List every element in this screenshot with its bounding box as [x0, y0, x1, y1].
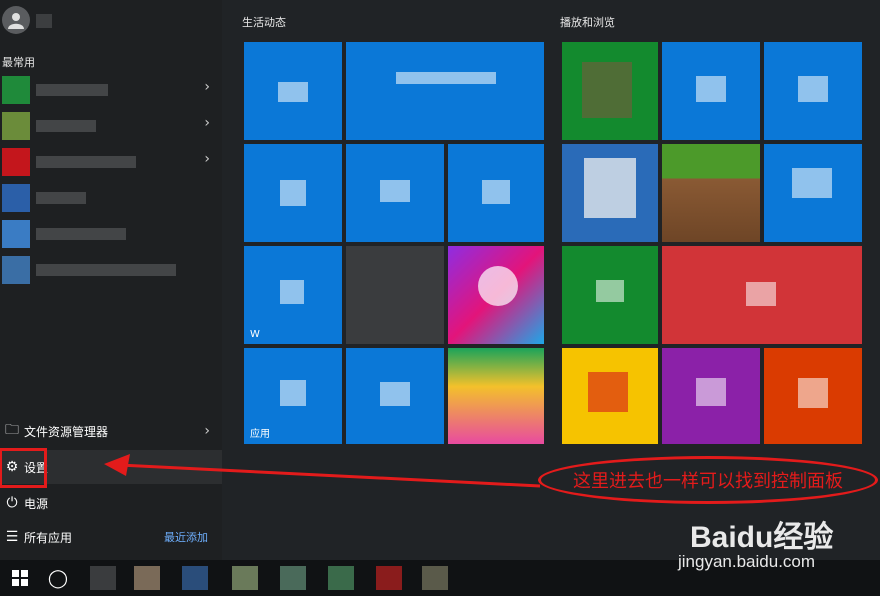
user-icon: [8, 13, 24, 29]
edge-tile[interactable]: [244, 144, 342, 242]
onenote-icon: [696, 378, 726, 406]
app-name-blurred: [36, 84, 108, 96]
settings-highlight-box: [0, 448, 47, 488]
app-icon: [2, 220, 30, 248]
power-label: 电源: [24, 496, 49, 511]
solitaire-tile[interactable]: [562, 144, 658, 242]
app-name-blurred: [36, 192, 86, 204]
store-tile-label: 应用: [250, 429, 270, 440]
list-item[interactable]: [0, 252, 222, 286]
folder-icon: 🗀: [5, 422, 19, 438]
python-icon: [2, 256, 30, 284]
movies-icon: [798, 76, 828, 102]
annotation-text: 这里进去也一样可以找到控制面板: [573, 471, 843, 492]
taskbar-app-icon[interactable]: [182, 566, 208, 590]
cortana-tile-icon: [482, 180, 510, 204]
taskbar-app-icon[interactable]: [422, 566, 448, 590]
app-logo-icon: [478, 266, 518, 306]
app-icon: [2, 148, 30, 176]
user-avatar[interactable]: [2, 6, 30, 34]
taskbar-app-icon[interactable]: [328, 566, 354, 590]
news-tile[interactable]: [662, 246, 862, 344]
power-icon: ⏻: [6, 495, 18, 511]
app-name-blurred: [36, 264, 176, 276]
watermark-url: jingyan.baidu.com: [678, 552, 816, 571]
office-tile[interactable]: [562, 348, 658, 444]
all-apps-item[interactable]: ☰ 所有应用 最近添加: [0, 520, 222, 554]
baidu-logo: Baidu经验: [690, 521, 834, 554]
weather-tile-label: W: [250, 329, 260, 340]
file-explorer-label: 文件资源管理器: [24, 424, 109, 439]
money-icon: [792, 168, 832, 198]
taskbar-app-icon[interactable]: [232, 566, 258, 590]
list-item[interactable]: [0, 180, 222, 214]
life-heading: 生活动态: [242, 16, 286, 29]
taskbar-app-icon[interactable]: [280, 566, 306, 590]
cortana-icon[interactable]: ◯: [40, 560, 76, 596]
xbox-tile[interactable]: [562, 42, 658, 140]
xbox-avatar-blurred: [582, 62, 632, 118]
windows-logo-icon: [12, 570, 28, 586]
picture-icon: [596, 280, 624, 302]
sway-tile[interactable]: [562, 246, 658, 344]
empty-tile[interactable]: [346, 246, 444, 344]
baidu-watermark: Baidu经验 jingyan.baidu.com: [678, 512, 880, 592]
most-used-heading: 最常用: [2, 56, 35, 69]
list-icon: ☰: [5, 529, 19, 545]
calendar-text-blurred: [396, 72, 496, 84]
app-icon: [2, 76, 30, 104]
chevron-right-icon[interactable]: ›: [204, 115, 210, 131]
chevron-right-icon[interactable]: ›: [204, 151, 210, 167]
play-heading: 播放和浏览: [560, 16, 615, 29]
calendar-tile[interactable]: [346, 42, 544, 140]
chevron-right-icon[interactable]: ›: [204, 423, 210, 439]
candy-crush-tile[interactable]: [448, 348, 544, 444]
office-icon: [588, 372, 628, 412]
movies-tile[interactable]: [764, 42, 862, 140]
list-item[interactable]: ›: [0, 144, 222, 178]
file-explorer-item[interactable]: 🗀 文件资源管理器 ›: [0, 414, 222, 448]
mail-tile[interactable]: [244, 42, 342, 140]
list-item[interactable]: [0, 216, 222, 250]
taskbar-app-icon[interactable]: [134, 566, 160, 590]
taskbar-app-icon[interactable]: [90, 566, 116, 590]
photos-tile[interactable]: [346, 144, 444, 242]
annotation-arrow: [104, 454, 541, 488]
list-item[interactable]: ›: [0, 72, 222, 106]
mail-icon: [278, 82, 308, 102]
app-name-blurred: [36, 120, 96, 132]
get-office-icon: [798, 378, 828, 408]
user-name-blurred: [36, 14, 52, 28]
minecraft-tile[interactable]: [662, 144, 760, 242]
store-tile[interactable]: 应用: [244, 348, 342, 444]
groove-icon: [696, 76, 726, 102]
weather-tile[interactable]: W: [244, 246, 342, 344]
get-office-tile[interactable]: [764, 348, 862, 444]
edge-icon: [280, 180, 306, 206]
annotation-callout: 这里进去也一样可以找到控制面板: [538, 456, 878, 504]
onenote-purple-tile[interactable]: [662, 348, 760, 444]
onenote-tile[interactable]: [448, 246, 544, 344]
start-button[interactable]: [0, 560, 40, 596]
list-item[interactable]: ›: [0, 108, 222, 142]
news-icon: [746, 282, 776, 306]
app-name-blurred: [36, 156, 136, 168]
chevron-right-icon[interactable]: ›: [204, 79, 210, 95]
feedback-icon: [380, 382, 410, 406]
recently-added-label: 最近添加: [164, 531, 208, 544]
cortana-tile[interactable]: [448, 144, 544, 242]
feedback-tile[interactable]: [346, 348, 444, 444]
photos-icon: [380, 180, 410, 202]
money-tile[interactable]: [764, 144, 862, 242]
taskbar-app-icon[interactable]: [376, 566, 402, 590]
app-name-blurred: [36, 228, 126, 240]
store-icon: [280, 380, 306, 406]
groove-tile[interactable]: [662, 42, 760, 140]
app-icon: [2, 184, 30, 212]
app-icon: [2, 112, 30, 140]
weather-icon: [280, 280, 304, 304]
cards-icon: [584, 158, 636, 218]
all-apps-label: 所有应用: [24, 530, 73, 545]
